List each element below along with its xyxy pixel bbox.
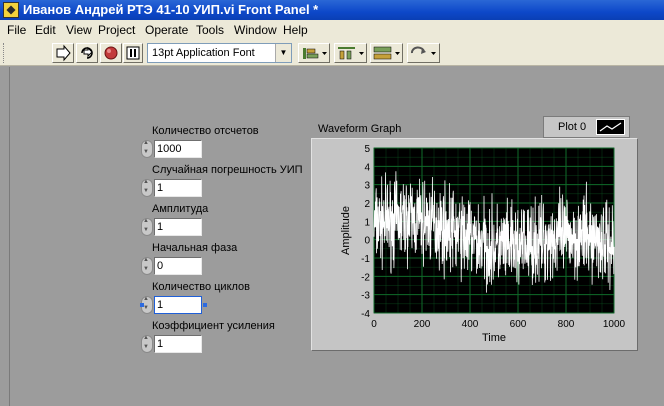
gain-increment[interactable] xyxy=(141,335,153,353)
gain-field[interactable]: 1 xyxy=(154,335,202,353)
initial-phase-increment[interactable] xyxy=(141,257,153,275)
samples-count-increment[interactable] xyxy=(141,140,153,158)
initial-phase-label: Начальная фаза xyxy=(152,242,238,254)
reorder-icon xyxy=(411,46,436,55)
resize-objects-icon xyxy=(373,46,400,60)
align-objects-button[interactable] xyxy=(298,43,330,63)
menu-tools[interactable]: Tools xyxy=(196,23,224,37)
selection-handle[interactable] xyxy=(140,303,144,307)
run-continuously-icon xyxy=(81,46,93,59)
menu-bar: File Edit View Project Operate Tools Win… xyxy=(0,20,664,40)
panel-divider xyxy=(9,67,10,406)
distribute-objects-button[interactable] xyxy=(334,43,367,63)
window-title: Иванов Андрей РТЭ 41-10 УИП.vi Front Pan… xyxy=(23,2,319,17)
labview-app-icon xyxy=(3,2,19,18)
run-button[interactable] xyxy=(52,43,74,63)
menu-help[interactable]: Help xyxy=(283,23,308,37)
toolbar-grip[interactable] xyxy=(3,43,6,63)
front-panel[interactable]: Количество отсчетов 1000 Случайная погре… xyxy=(0,67,664,406)
menu-project[interactable]: Project xyxy=(98,23,135,37)
legend-plot-swatch[interactable] xyxy=(596,119,625,135)
cycles-count-field[interactable]: 1 xyxy=(154,296,202,314)
cycles-count-label: Количество циклов xyxy=(152,281,251,293)
pause-icon xyxy=(126,46,140,60)
menu-view[interactable]: View xyxy=(66,23,92,37)
menu-operate[interactable]: Operate xyxy=(145,23,188,37)
y-tick-label: 2 xyxy=(364,199,370,210)
amplitude-field[interactable]: 1 xyxy=(154,218,202,236)
font-select-value: 13pt Application Font xyxy=(152,47,255,59)
waveform-graph[interactable]: 543210-1-2-3-40 200 400 600 800 1000TimeAmpli… xyxy=(311,138,638,351)
title-bar[interactable]: Иванов Андрей РТЭ 41-10 УИП.vi Front Pan… xyxy=(0,0,664,20)
samples-count-field[interactable]: 1000 xyxy=(154,140,202,158)
run-continuously-button[interactable] xyxy=(76,43,98,63)
graph-label: Waveform Graph xyxy=(318,123,402,135)
menu-file[interactable]: File xyxy=(7,23,26,37)
menu-window[interactable]: Window xyxy=(234,23,277,37)
plot-legend[interactable]: Plot 0 xyxy=(543,116,630,138)
abort-stop-icon xyxy=(104,46,118,60)
samples-count-label: Количество отсчетов xyxy=(152,125,259,137)
menu-edit[interactable]: Edit xyxy=(35,23,56,37)
x-tick-label: 0 xyxy=(371,319,377,330)
y-tick-label: 1 xyxy=(364,217,370,228)
y-tick-label: 5 xyxy=(364,144,370,155)
random-error-increment[interactable] xyxy=(141,179,153,197)
y-tick-label: 3 xyxy=(364,181,370,192)
y-tick-label: -1 xyxy=(361,254,370,265)
selection-handle[interactable] xyxy=(203,303,207,307)
y-tick-label: 4 xyxy=(364,162,370,173)
y-tick-label: -2 xyxy=(361,272,370,283)
amplitude-increment[interactable] xyxy=(141,218,153,236)
toolbar: 13pt Application Font ▼ xyxy=(0,40,664,66)
chevron-down-icon[interactable]: ▼ xyxy=(275,44,291,62)
x-tick-label: 1000 xyxy=(603,319,626,330)
initial-phase-field[interactable]: 0 xyxy=(154,257,202,275)
resize-objects-button[interactable] xyxy=(370,43,403,63)
gain-label: Коэффициент усиления xyxy=(152,320,275,332)
reorder-button[interactable] xyxy=(407,43,440,63)
plot-style-icon xyxy=(599,122,622,132)
y-tick-label: -4 xyxy=(361,309,370,320)
y-axis-label: Amplitude xyxy=(340,206,352,255)
x-tick-label: 800 xyxy=(558,319,575,330)
run-arrow-icon xyxy=(56,44,71,62)
x-tick-label: 400 xyxy=(462,319,479,330)
align-objects-icon xyxy=(303,48,327,59)
random-error-field[interactable]: 1 xyxy=(154,179,202,197)
legend-plot-name: Plot 0 xyxy=(558,121,587,133)
pause-button[interactable] xyxy=(123,43,143,63)
y-tick-label: -3 xyxy=(361,291,370,302)
abort-button[interactable] xyxy=(100,43,122,63)
x-tick-label: 200 xyxy=(414,319,431,330)
x-axis-label: Time xyxy=(482,332,506,344)
text-settings-select[interactable]: 13pt Application Font ▼ xyxy=(147,43,292,63)
amplitude-label: Амплитуда xyxy=(152,203,209,215)
random-error-label: Случайная погрешность УИП xyxy=(152,164,303,176)
distribute-objects-icon xyxy=(338,47,364,60)
x-tick-label: 600 xyxy=(510,319,527,330)
y-tick-label: 0 xyxy=(364,236,370,247)
